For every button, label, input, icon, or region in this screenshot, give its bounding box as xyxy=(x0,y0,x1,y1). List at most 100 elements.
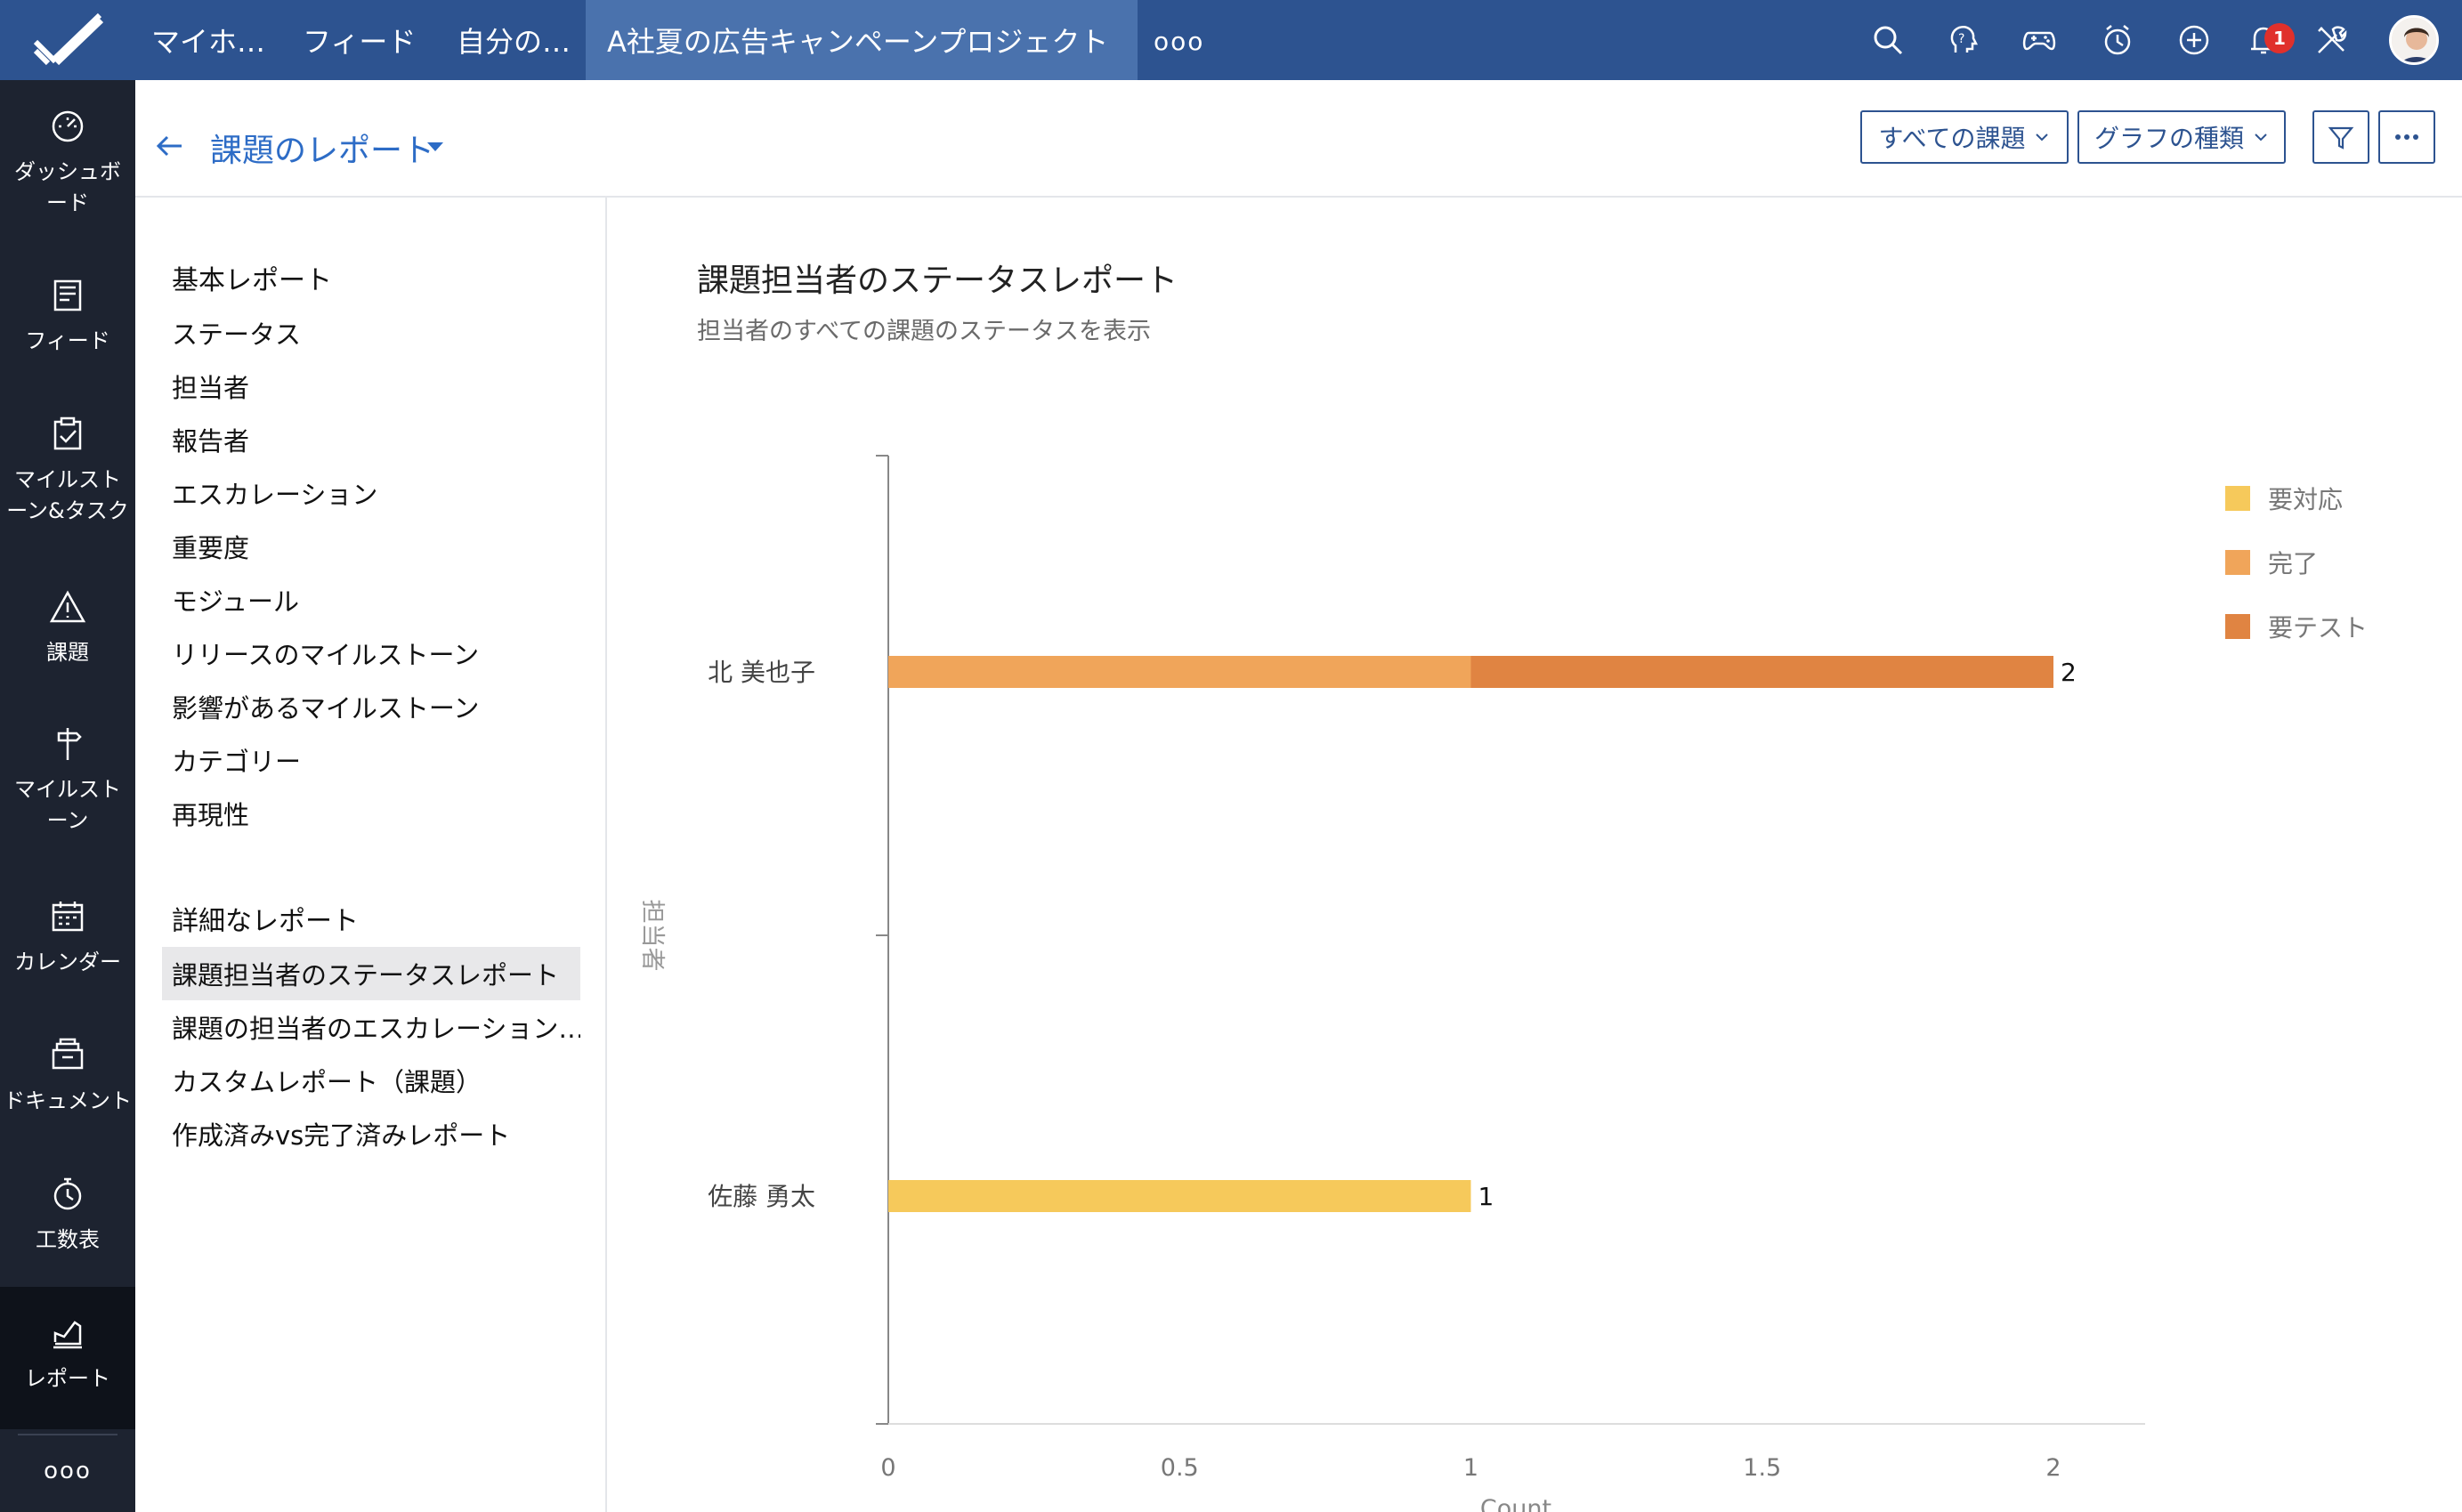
x-tick-label: 0 xyxy=(880,1454,895,1482)
x-tick-label: 1.5 xyxy=(1743,1454,1781,1482)
legend-label: 要対応 xyxy=(2268,485,2344,514)
notification-badge[interactable]: 1 xyxy=(2264,23,2295,53)
avatar[interactable] xyxy=(2389,15,2439,65)
help-icon[interactable]: ? xyxy=(1942,20,1983,61)
legend-item[interactable]: 要対応 xyxy=(2225,482,2343,514)
page-title[interactable]: 課題のレポート xyxy=(210,125,434,171)
more-options-button[interactable] xyxy=(2378,110,2435,164)
nav-my-home[interactable]: マイホ… xyxy=(151,0,265,80)
top-bar: マイホ… フィード 自分の… A社夏の広告キャンペーンプロジェクト ooo ? … xyxy=(0,0,2462,80)
report-list-item[interactable]: エスカレーション xyxy=(162,466,580,520)
app-logo-icon[interactable] xyxy=(0,0,135,80)
bar-segment xyxy=(1470,656,2053,688)
bar-total-label: 1 xyxy=(1478,1182,1494,1211)
sidebar-divider xyxy=(18,1434,117,1435)
report-list-item[interactable]: 作成済みvs完了済みレポート xyxy=(162,1107,580,1160)
legend-swatch xyxy=(2225,550,2250,575)
legend-label: 完了 xyxy=(2268,549,2319,578)
chevron-down-icon xyxy=(2255,133,2267,141)
nav-feed[interactable]: フィード xyxy=(303,0,416,80)
sidebar-item-label: 工数表 xyxy=(36,1227,100,1252)
category-label: 北 美也子 xyxy=(708,658,815,687)
sidebar-item-label: フィード xyxy=(25,328,110,353)
feed-icon xyxy=(53,279,82,311)
sidebar-item-milestone-task[interactable]: マイルストーン&タスク xyxy=(0,415,135,527)
graph-type-dropdown[interactable]: グラフの種類 xyxy=(2077,110,2286,164)
signpost-icon xyxy=(57,728,82,760)
detailed-reports-heading: 詳細なレポート xyxy=(172,906,359,937)
basic-reports-heading: 基本レポート xyxy=(172,265,332,296)
more-icon[interactable]: ooo xyxy=(1154,27,1204,56)
filter-button[interactable] xyxy=(2312,110,2369,164)
documents-icon xyxy=(52,1038,84,1070)
legend-swatch xyxy=(2225,486,2250,511)
bar-total-label: 2 xyxy=(2061,658,2077,687)
x-axis-label: Count xyxy=(1480,1495,1551,1512)
calendar-icon xyxy=(52,902,84,932)
report-list-item[interactable]: 課題担当者のステータスレポート xyxy=(162,947,580,1000)
sidebar-item-label: マイルストーン&タスク xyxy=(6,467,129,523)
sidebar-item-timesheet[interactable]: 工数表 xyxy=(0,1175,135,1256)
sidebar-item-label: カレンダー xyxy=(14,950,121,974)
report-list-item[interactable]: モジュール xyxy=(162,573,580,627)
timer-icon[interactable] xyxy=(2097,20,2138,61)
timesheet-icon xyxy=(53,1177,82,1210)
report-list-item[interactable]: 重要度 xyxy=(162,520,580,573)
sidebar-item-dashboard[interactable]: ダッシュボード xyxy=(0,107,135,219)
bar-segment xyxy=(888,1180,1471,1212)
sidebar-item-issues[interactable]: 課題 xyxy=(0,587,135,668)
report-list-item[interactable]: リリースのマイルストーン xyxy=(162,627,580,680)
reports-icon xyxy=(53,1321,82,1349)
chevron-down-icon xyxy=(2036,133,2049,141)
sidebar-item-calendar[interactable]: カレンダー xyxy=(0,897,135,978)
tools-icon[interactable] xyxy=(2311,20,2352,61)
nav-current-project[interactable]: A社夏の広告キャンペーンプロジェクト xyxy=(586,0,1138,80)
legend-label: 要テスト xyxy=(2268,613,2369,643)
sidebar: ダッシュボード フィード マイルストーン&タスク 課題 マイルストーン カレンダ… xyxy=(0,80,135,1512)
nav-my-projects[interactable]: 自分の… xyxy=(457,0,571,80)
bar-chart: 0 0.5 1 1.5 2 Count 担当者 北 美也子 2 佐藤 勇太 1 xyxy=(638,455,2145,1512)
back-arrow-icon[interactable] xyxy=(151,128,187,164)
sidebar-item-reports[interactable]: レポート xyxy=(0,1287,135,1429)
report-list-item[interactable]: カスタムレポート（課題） xyxy=(162,1054,580,1107)
sidebar-item-feed[interactable]: フィード xyxy=(0,276,135,357)
add-icon[interactable] xyxy=(2174,20,2215,61)
x-tick-label: 1 xyxy=(1463,1454,1478,1482)
sidebar-item-label: マイルストーン xyxy=(14,777,121,833)
sidebar-item-label: ドキュメント xyxy=(4,1088,132,1113)
report-list-item[interactable]: 課題の担当者のエスカレーション… xyxy=(162,1000,580,1054)
legend-item[interactable]: 要テスト xyxy=(2225,610,2368,643)
report-list-item[interactable]: カテゴリー xyxy=(162,733,580,787)
graph-type-label: グラフの種類 xyxy=(2094,124,2244,153)
x-tick-label: 2 xyxy=(2045,1454,2061,1482)
legend-swatch xyxy=(2225,614,2250,639)
report-list-item[interactable]: 報告者 xyxy=(162,413,580,466)
report-list-item[interactable]: 再現性 xyxy=(162,787,580,840)
sidebar-more-icon[interactable]: ooo xyxy=(0,1458,135,1484)
sidebar-item-label: レポート xyxy=(25,1366,110,1391)
search-icon[interactable] xyxy=(1867,20,1908,61)
chart-subtitle: 担当者のすべての課題のステータスを表示 xyxy=(697,318,1152,345)
game-icon[interactable] xyxy=(2019,20,2060,61)
sidebar-item-label: ダッシュボード xyxy=(14,159,121,215)
svg-text:?: ? xyxy=(1958,32,1964,46)
chevron-down-icon[interactable] xyxy=(427,142,443,151)
chart-title: 課題担当者のステータスレポート xyxy=(697,263,1178,299)
report-list-item[interactable]: 影響があるマイルストーン xyxy=(162,680,580,733)
x-tick-label: 0.5 xyxy=(1161,1454,1199,1482)
more-dots-icon xyxy=(2395,134,2418,140)
dashboard-icon xyxy=(52,110,84,142)
sidebar-item-milestones[interactable]: マイルストーン xyxy=(0,724,135,837)
report-list-item[interactable]: ステータス xyxy=(162,306,580,360)
all-issues-label: すべての課題 xyxy=(1878,124,2026,153)
sidebar-item-label: 課題 xyxy=(46,640,89,665)
y-axis-label: 担当者 xyxy=(638,900,666,972)
sidebar-item-documents[interactable]: ドキュメント xyxy=(0,1036,135,1117)
legend-item[interactable]: 完了 xyxy=(2225,546,2318,578)
filter-icon xyxy=(2328,126,2354,150)
all-issues-dropdown[interactable]: すべての課題 xyxy=(1860,110,2069,164)
bar-segment xyxy=(888,656,1471,688)
milestone-task-icon xyxy=(53,416,82,450)
report-list-item[interactable]: 担当者 xyxy=(162,360,580,413)
issue-icon xyxy=(49,590,86,623)
